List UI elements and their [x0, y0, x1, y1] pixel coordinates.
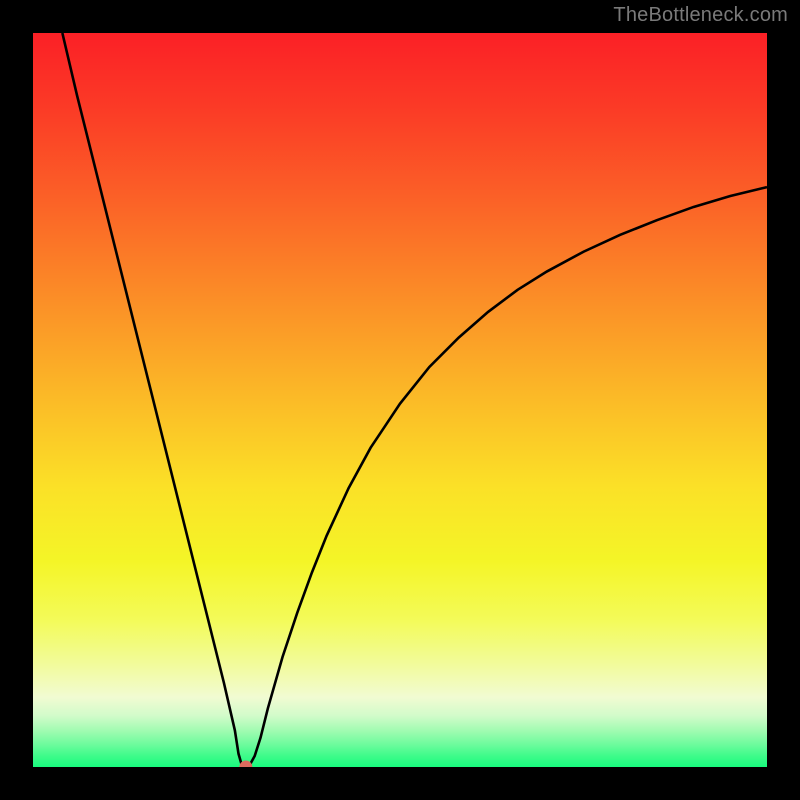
- chart-svg: [0, 0, 800, 800]
- border-bottom: [0, 767, 800, 800]
- border-right: [767, 0, 800, 800]
- border-left: [0, 0, 33, 800]
- gradient-background: [33, 33, 767, 767]
- chart-container: TheBottleneck.com: [0, 0, 800, 800]
- watermark-text: TheBottleneck.com: [613, 4, 788, 27]
